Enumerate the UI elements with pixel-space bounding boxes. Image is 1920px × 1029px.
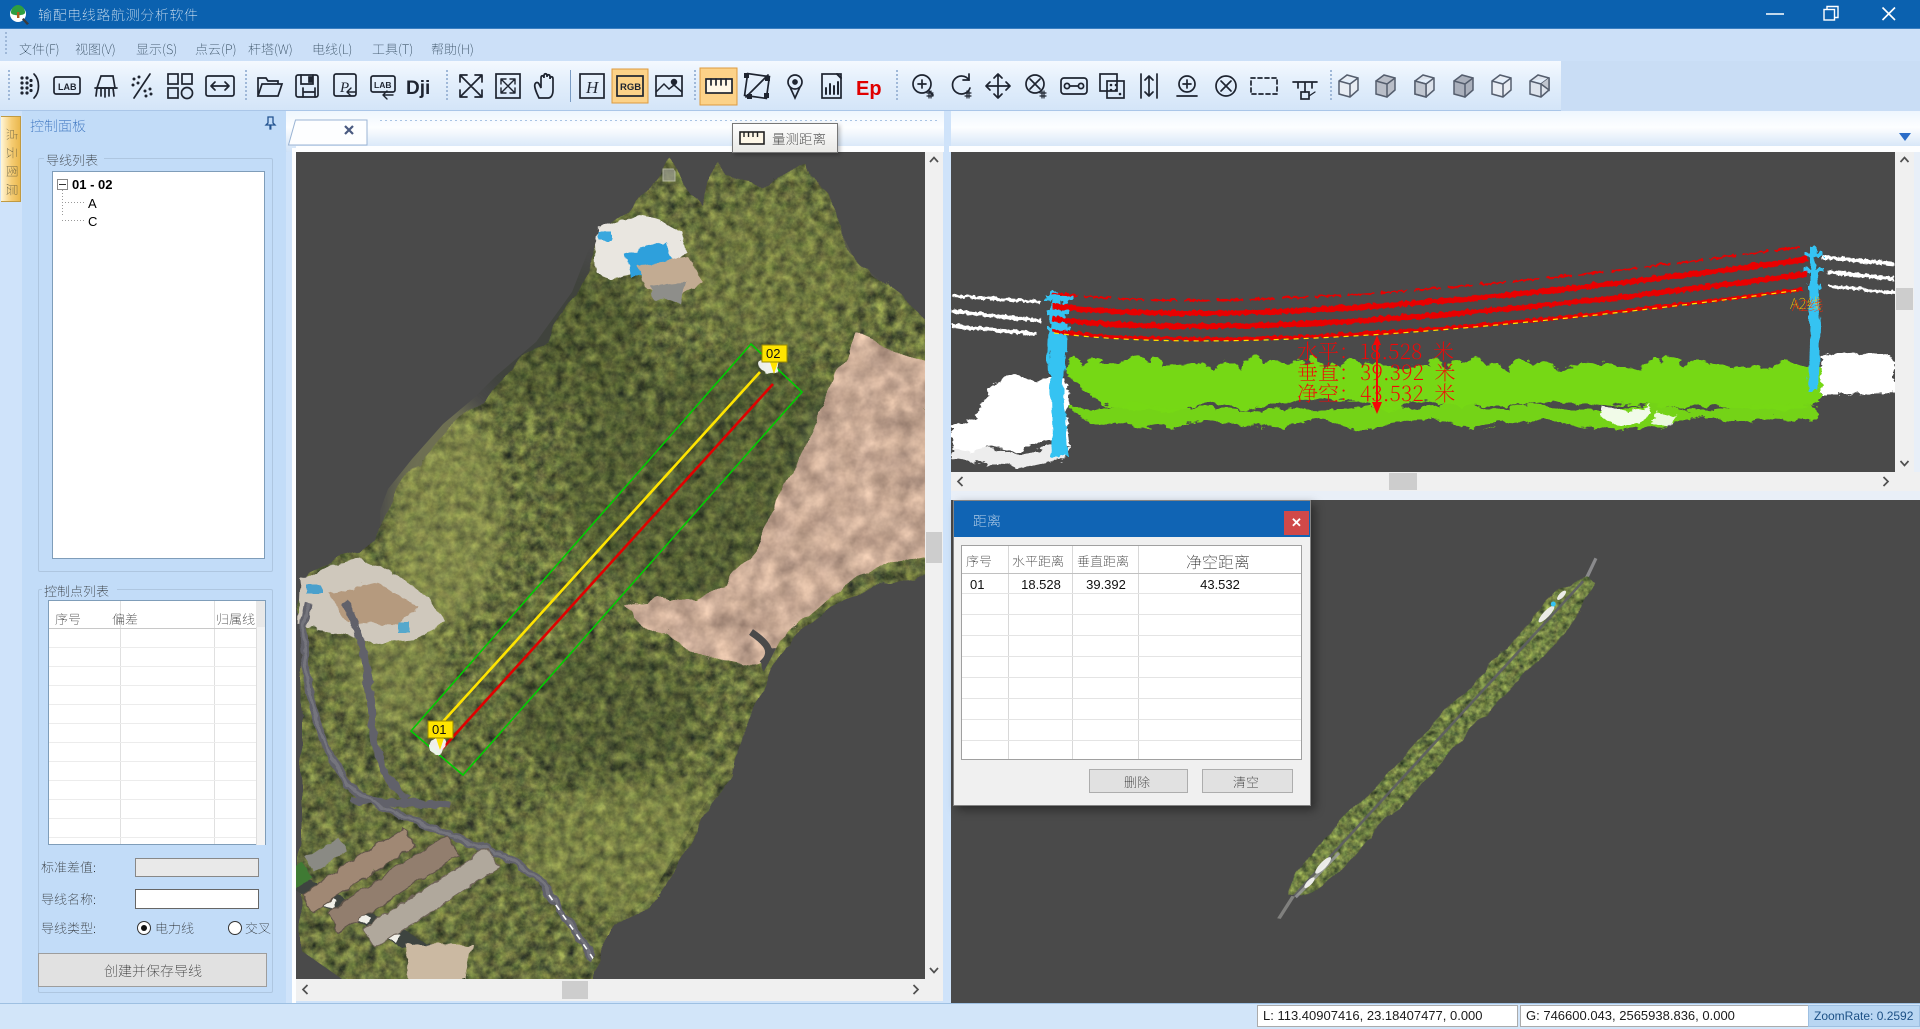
svg-text:Dji: Dji [406,78,430,99]
svg-text:02: 02 [766,346,780,361]
svg-text:RGB: RGB [620,82,641,93]
svg-text:H: H [585,78,600,97]
svg-text:01: 01 [432,722,446,737]
svg-text:LAB: LAB [58,82,77,92]
svg-text:LAB: LAB [374,80,391,90]
svg-text:Ep: Ep [856,78,882,100]
